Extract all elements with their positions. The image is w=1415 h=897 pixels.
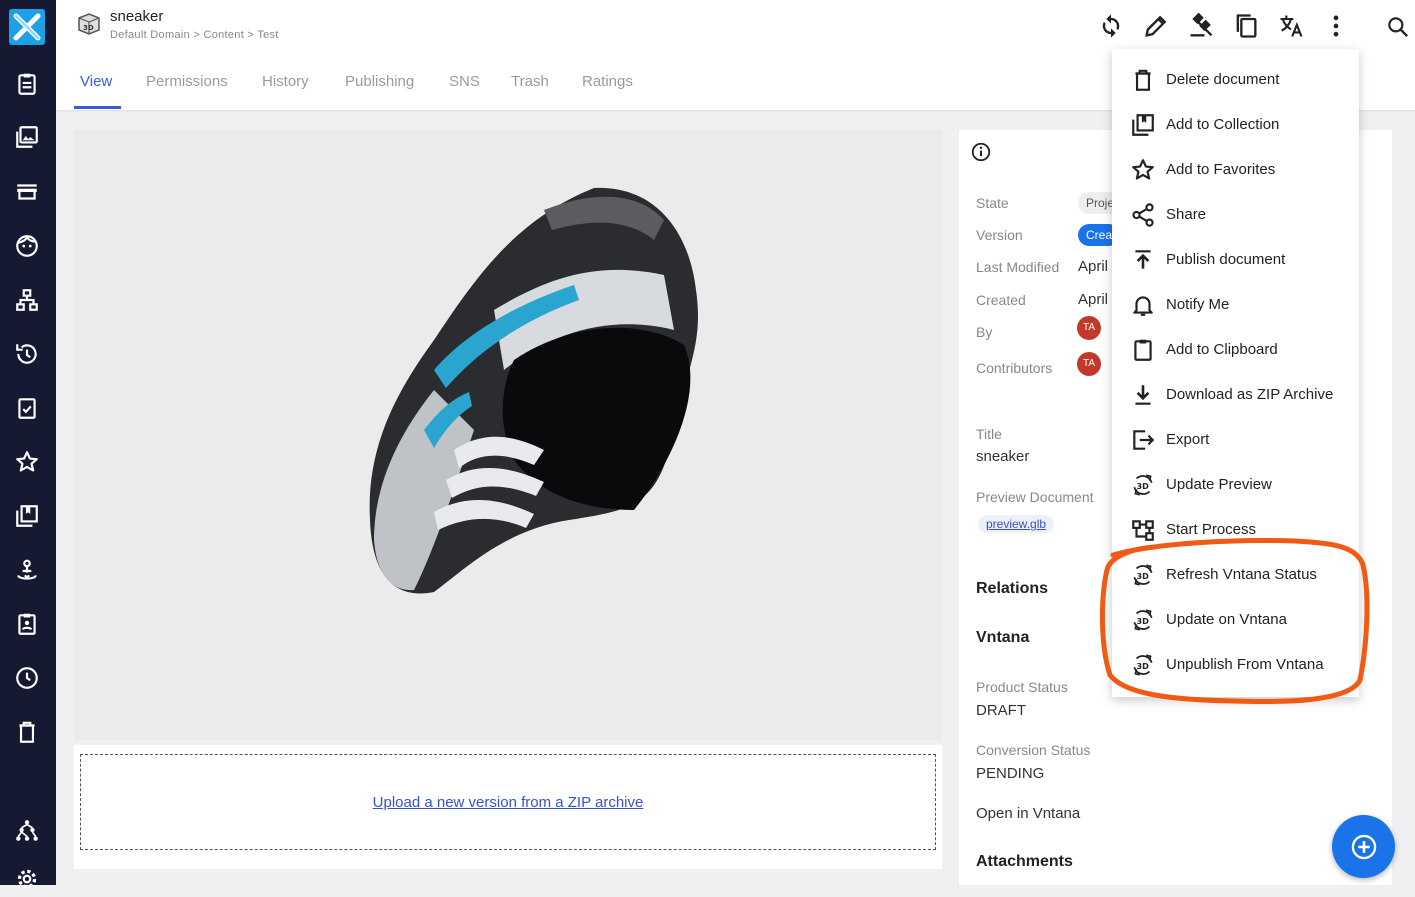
menu-item-label: Add to Clipboard	[1166, 341, 1278, 358]
3d-model-viewer[interactable]	[74, 130, 942, 740]
download-icon	[1130, 382, 1156, 408]
star-icon	[1130, 157, 1156, 183]
active-tab-indicator	[74, 106, 121, 109]
preview-document-link[interactable]: preview.glb	[978, 515, 1055, 533]
settings-icon[interactable]	[14, 866, 40, 892]
contributor-avatar[interactable]: TA	[1077, 352, 1101, 376]
open-in-vntana-link[interactable]: Open in Vntana	[976, 805, 1080, 822]
search-icon[interactable]	[1385, 14, 1411, 40]
tab-history[interactable]: History	[262, 73, 309, 90]
workflow-icon[interactable]	[14, 558, 40, 584]
menu-item-delete-document[interactable]: Delete document	[1112, 58, 1359, 103]
upload-dropzone: Upload a new version from a ZIP archive	[74, 745, 942, 869]
menu-item-label: Publish document	[1166, 251, 1286, 268]
collections-icon[interactable]	[14, 503, 40, 529]
face-icon[interactable]	[14, 233, 40, 259]
upload-dashed-border: Upload a new version from a ZIP archive	[80, 754, 936, 850]
menu-item-notify-me[interactable]: Notify Me	[1112, 283, 1359, 328]
tab-ratings[interactable]: Ratings	[582, 73, 633, 90]
tab-trash[interactable]: Trash	[511, 73, 549, 90]
svg-text:3D: 3D	[1137, 481, 1150, 491]
tab-sns[interactable]: SNS	[449, 73, 480, 90]
share-icon	[1130, 202, 1156, 228]
menu-item-label: Delete document	[1166, 71, 1280, 88]
task-icon[interactable]	[14, 395, 40, 421]
edit-icon[interactable]	[1142, 12, 1170, 40]
tab-permissions[interactable]: Permissions	[146, 73, 228, 90]
svg-text:3D: 3D	[83, 24, 94, 32]
export-icon	[1130, 427, 1156, 453]
bell-icon	[1130, 292, 1156, 318]
3d-rotation-icon: 3D	[1130, 472, 1156, 498]
info-icon[interactable]	[970, 141, 992, 163]
history-icon[interactable]	[14, 341, 40, 367]
menu-item-label: Download as ZIP Archive	[1166, 386, 1334, 403]
menu-item-share[interactable]: Share	[1112, 193, 1359, 238]
breadcrumb[interactable]: Default Domain > Content > Test	[110, 29, 279, 41]
store-icon[interactable]	[14, 179, 40, 205]
menu-item-label: Update Preview	[1166, 476, 1272, 493]
by-label: By	[976, 324, 993, 340]
avatar[interactable]: TA	[1077, 316, 1101, 340]
sneaker-model[interactable]	[74, 130, 942, 740]
translate-icon[interactable]	[1277, 12, 1305, 40]
3d-cube-icon: 3D	[76, 12, 102, 36]
clipboard-icon[interactable]	[14, 71, 40, 97]
delete-icon	[1130, 67, 1156, 93]
tab-publishing[interactable]: Publishing	[345, 73, 414, 90]
title-label: Title	[976, 426, 1002, 442]
product-status-value: DRAFT	[976, 702, 1026, 719]
menu-item-update-preview[interactable]: 3D Update Preview	[1112, 463, 1359, 508]
preview-document-label: Preview Document	[976, 489, 1094, 505]
conversion-status-label: Conversion Status	[976, 742, 1091, 758]
menu-item-label: Share	[1166, 206, 1207, 223]
tree-icon[interactable]	[14, 818, 40, 844]
menu-item-export[interactable]: Export	[1112, 418, 1359, 463]
product-status-label: Product Status	[976, 679, 1068, 695]
more-vert-icon[interactable]	[1322, 12, 1350, 40]
menu-item-add-to-favorites[interactable]: Add to Favorites	[1112, 148, 1359, 193]
created-value: April	[1078, 291, 1109, 308]
photo-library-icon[interactable]	[14, 124, 40, 150]
contributors-label: Contributors	[976, 360, 1053, 376]
tab-view[interactable]: View	[80, 73, 112, 90]
highlight-annotation	[1099, 538, 1370, 705]
attachments-heading: Attachments	[976, 853, 1073, 870]
publish-icon	[1130, 247, 1156, 273]
vntana-heading: Vntana	[976, 629, 1030, 646]
star-icon[interactable]	[14, 449, 40, 475]
assignment-icon[interactable]	[14, 611, 40, 637]
menu-item-add-to-clipboard[interactable]: Add to Clipboard	[1112, 328, 1359, 373]
last-modified-label: Last Modified	[976, 259, 1060, 275]
conversion-status-value: PENDING	[976, 765, 1045, 782]
add-circle-icon	[1351, 834, 1377, 860]
title-value: sneaker	[976, 448, 1030, 465]
menu-item-download-zip[interactable]: Download as ZIP Archive	[1112, 373, 1359, 418]
clock-icon[interactable]	[14, 665, 40, 691]
state-label: State	[976, 195, 1009, 211]
created-label: Created	[976, 292, 1026, 308]
menu-item-label: Notify Me	[1166, 296, 1230, 313]
add-collection-icon	[1130, 112, 1156, 138]
app-logo[interactable]	[9, 9, 45, 45]
clipboard-icon	[1130, 337, 1156, 363]
trash-icon[interactable]	[14, 719, 40, 745]
menu-item-publish-document[interactable]: Publish document	[1112, 238, 1359, 283]
copy-icon[interactable]	[1232, 12, 1260, 40]
menu-item-label: Add to Collection	[1166, 116, 1280, 133]
menu-item-label: Export	[1166, 431, 1210, 448]
upload-zip-link[interactable]: Upload a new version from a ZIP archive	[81, 794, 935, 811]
add-fab-button[interactable]	[1332, 815, 1395, 878]
menu-item-add-to-collection[interactable]: Add to Collection	[1112, 103, 1359, 148]
hierarchy-icon[interactable]	[14, 287, 40, 313]
menu-item-label: Add to Favorites	[1166, 161, 1276, 178]
last-modified-value: April	[1078, 258, 1109, 275]
relations-heading: Relations	[976, 580, 1049, 597]
sidebar	[0, 0, 56, 889]
gavel-icon[interactable]	[1187, 12, 1215, 40]
refresh-icon[interactable]	[1097, 12, 1125, 40]
document-title: sneaker	[110, 8, 164, 25]
version-label: Version	[976, 227, 1023, 243]
